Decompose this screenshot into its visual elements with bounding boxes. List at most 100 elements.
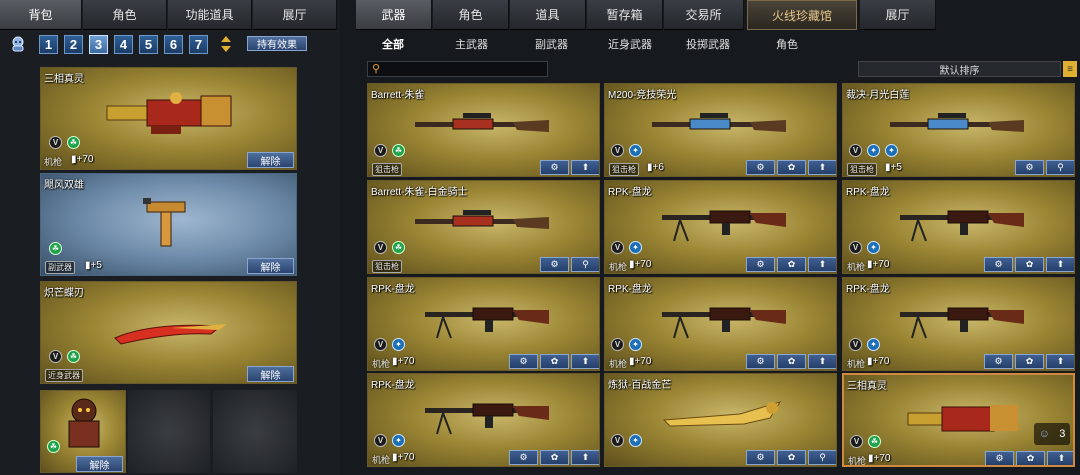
stack-badge: ☺ 3 [1034, 423, 1070, 445]
magnify-icon[interactable]: ⚲ [571, 257, 599, 272]
v-badge-icon: V [611, 144, 624, 157]
wrench-icon[interactable]: ⚙ [1015, 160, 1044, 175]
character-filter-icon[interactable] [10, 36, 26, 52]
hold-effect-button[interactable]: 持有效果 [247, 36, 307, 51]
tab-exchange[interactable]: 交易所 [664, 0, 744, 30]
menu-icon[interactable]: ≡ [1063, 61, 1077, 77]
wrench-icon[interactable]: ⚙ [540, 257, 569, 272]
left-item-card[interactable]: 三相真灵 V ☘ 机枪 ▮+70 解除 [40, 67, 297, 170]
search-box[interactable]: ⚲ [367, 61, 548, 77]
wrench-icon[interactable]: ⚙ [984, 354, 1013, 369]
page-6-button[interactable]: 6 [164, 35, 183, 54]
page-up-down-arrows[interactable] [218, 34, 234, 54]
subtab-primary[interactable]: 主武器 [455, 36, 488, 51]
magnify-icon[interactable]: ⚲ [1046, 160, 1074, 175]
wrench-icon[interactable]: ⚙ [746, 354, 775, 369]
sniper-rifle-image [415, 210, 549, 229]
wrench-icon[interactable]: ⚙ [509, 354, 538, 369]
weapon-card[interactable]: RPK-盘龙 V ✦ 机枪 ▮+70 ⬆ ✿ ⚙ [842, 277, 1075, 371]
upgrade-icon[interactable]: ⬆ [1047, 451, 1073, 465]
upgrade-icon[interactable]: ⬆ [1046, 257, 1074, 272]
settings-icon[interactable]: ✿ [777, 354, 806, 369]
magnify-icon[interactable]: ⚲ [808, 450, 836, 465]
tab-storage[interactable]: 暂存箱 [587, 0, 663, 30]
wrench-icon[interactable]: ⚙ [540, 160, 569, 175]
upgrade-icon[interactable]: ⬆ [571, 450, 599, 465]
unequip-button[interactable]: 解除 [76, 456, 123, 472]
weapon-name: 三相真灵 [847, 381, 887, 392]
weapon-card[interactable]: RPK-盘龙 V ✦ 机枪 ▮+70 ⬆ ✿ ⚙ [604, 277, 837, 371]
wrench-icon[interactable]: ⚙ [746, 450, 775, 465]
weapon-card[interactable]: 裁决-月光白莲 V ✦ ✦ 狙击枪 ▮+5 ⚲ ⚙ [842, 83, 1075, 177]
unequip-button[interactable]: 解除 [247, 366, 294, 382]
left-item-card[interactable]: 飓风双雄 ☘ 副武器 ▮+5 解除 [40, 173, 297, 276]
sort-dropdown[interactable]: 默认排序 [858, 61, 1061, 77]
gatling-gun-image [106, 92, 232, 134]
tab-function-items[interactable]: 功能道具 [168, 0, 252, 30]
settings-icon[interactable]: ✿ [540, 354, 569, 369]
subtab-role[interactable]: 角色 [776, 36, 798, 51]
weapon-stat: ▮+70 [867, 259, 890, 270]
wrench-icon[interactable]: ⚙ [984, 257, 1013, 272]
page-2-button[interactable]: 2 [64, 35, 83, 54]
settings-icon[interactable]: ✿ [1015, 257, 1044, 272]
subtab-all[interactable]: 全部 [382, 36, 404, 51]
upgrade-icon[interactable]: ⬆ [808, 354, 836, 369]
unequip-button[interactable]: 解除 [247, 258, 294, 274]
upgrade-icon[interactable]: ⬆ [1046, 354, 1074, 369]
tab-weapons[interactable]: 武器 [356, 0, 432, 30]
tab-props[interactable]: 道具 [510, 0, 586, 30]
settings-icon[interactable]: ✿ [777, 450, 806, 465]
upgrade-icon[interactable]: ⬆ [571, 160, 599, 175]
wrench-icon[interactable]: ⚙ [746, 257, 775, 272]
page-1-button[interactable]: 1 [39, 35, 58, 54]
weapon-card[interactable]: 炼狱-百战金芒 V ✦ ⚲ ✿ ⚙ [604, 373, 837, 467]
left-item-card[interactable]: 炽芒蝶刃 V ☘ 近身武器 解除 [40, 281, 297, 384]
weapon-type: 机枪 [372, 359, 391, 369]
upgrade-icon[interactable]: ⬆ [808, 257, 836, 272]
settings-icon[interactable]: ✿ [1016, 451, 1045, 465]
subtab-melee[interactable]: 近身武器 [608, 36, 652, 51]
tab-collection[interactable]: 火线珍藏馆 [747, 0, 857, 30]
weapon-card[interactable]: RPK-盘龙 V ✦ 机枪 ▮+70 ⬆ ✿ ⚙ [367, 277, 600, 371]
settings-icon[interactable]: ✿ [777, 160, 806, 175]
wrench-icon[interactable]: ⚙ [985, 451, 1014, 465]
page-4-button[interactable]: 4 [114, 35, 133, 54]
item-type: 机枪 [44, 157, 63, 167]
page-7-button[interactable]: 7 [189, 35, 208, 54]
weapon-card[interactable]: RPK-盘龙 V ✦ 机枪 ▮+70 ⬆ ✿ ⚙ [604, 180, 837, 274]
empty-slot[interactable] [213, 390, 297, 473]
page-3-button[interactable]: 3 [89, 35, 108, 54]
tab-showroom-right[interactable]: 展厅 [860, 0, 936, 30]
character-slot[interactable]: ☘ 解除 [40, 390, 126, 473]
wrench-icon[interactable]: ⚙ [509, 450, 538, 465]
weapon-type: 狙击枪 [372, 163, 402, 176]
tab-showroom-left[interactable]: 展厅 [253, 0, 337, 30]
weapon-card[interactable]: Barrett-朱雀-白金骑士 V ☘ 狙击枪 ⚲ ⚙ [367, 180, 600, 274]
weapon-card[interactable]: 三相真灵 V ☘ 机枪 ▮+70 ⬆ ✿ ⚙ ☺ 3 [842, 373, 1075, 467]
page-5-button[interactable]: 5 [139, 35, 158, 54]
unequip-button[interactable]: 解除 [247, 152, 294, 168]
wrench-icon[interactable]: ⚙ [746, 160, 775, 175]
settings-icon[interactable]: ✿ [777, 257, 806, 272]
tab-character[interactable]: 角色 [83, 0, 167, 30]
tab-role[interactable]: 角色 [433, 0, 509, 30]
weapon-name: Barrett-朱雀 [371, 90, 425, 101]
upgrade-icon[interactable]: ⬆ [808, 160, 836, 175]
weapon-card[interactable]: Barrett-朱雀 V ☘ 狙击枪 ⬆ ⚙ [367, 83, 600, 177]
stack-count: 3 [1059, 428, 1066, 440]
weapon-name: RPK-盘龙 [371, 380, 415, 391]
subtab-secondary[interactable]: 副武器 [535, 36, 568, 51]
weapon-card[interactable]: RPK-盘龙 V ✦ 机枪 ▮+70 ⬆ ✿ ⚙ [367, 373, 600, 467]
weapon-card[interactable]: M200-竞技荣光 V ✦ 狙击枪 ▮+6 ⬆ ✿ ⚙ [604, 83, 837, 177]
item-name: 三相真灵 [44, 74, 84, 85]
weapon-card[interactable]: RPK-盘龙 V ✦ 机枪 ▮+70 ⬆ ✿ ⚙ [842, 180, 1075, 274]
green-badge-icon: ☘ [868, 435, 881, 448]
settings-icon[interactable]: ✿ [540, 450, 569, 465]
blue-badge-icon: ✦ [629, 434, 642, 447]
subtab-throwing[interactable]: 投掷武器 [686, 36, 730, 51]
tab-backpack[interactable]: 背包 [0, 0, 82, 30]
settings-icon[interactable]: ✿ [1015, 354, 1044, 369]
empty-slot[interactable] [128, 390, 210, 473]
upgrade-icon[interactable]: ⬆ [571, 354, 599, 369]
